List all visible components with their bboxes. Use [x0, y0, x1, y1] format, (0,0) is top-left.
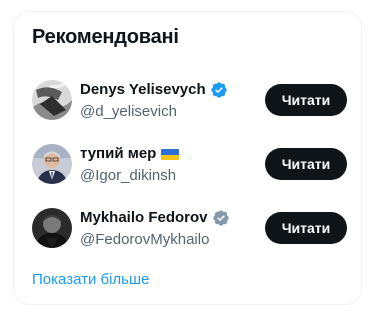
panel-title: Рекомендовані [32, 26, 179, 48]
user-handle[interactable]: @Igor_dikinsh [80, 167, 179, 184]
follow-button[interactable]: Читати [265, 212, 347, 244]
verified-blue-icon [210, 81, 228, 99]
follow-button[interactable]: Читати [265, 148, 347, 180]
avatar[interactable] [32, 144, 72, 184]
avatar[interactable] [32, 80, 72, 120]
ukraine-flag-icon [161, 148, 180, 160]
user-name[interactable]: тупий мер [80, 145, 156, 162]
user-row[interactable]: Denys Yelisevych @d_yelisevich Читати [14, 72, 363, 136]
user-name[interactable]: Mykhailo Fedorov [80, 209, 208, 226]
avatar[interactable] [32, 208, 72, 248]
user-row[interactable]: Mykhailo Fedorov @FedorovMykhailo Читати [14, 200, 363, 264]
show-more-link[interactable]: Показати більше [32, 271, 149, 288]
follow-button[interactable]: Читати [265, 84, 347, 116]
verified-gray-icon [212, 209, 230, 227]
who-to-follow-panel: Рекомендовані Denys Yelisevych @d_yelise… [13, 11, 362, 305]
user-handle[interactable]: @d_yelisevich [80, 103, 228, 120]
user-name[interactable]: Denys Yelisevych [80, 81, 206, 98]
user-handle[interactable]: @FedorovMykhailo [80, 231, 230, 248]
user-row[interactable]: тупий мер @Igor_dikinsh Читати [14, 136, 363, 200]
